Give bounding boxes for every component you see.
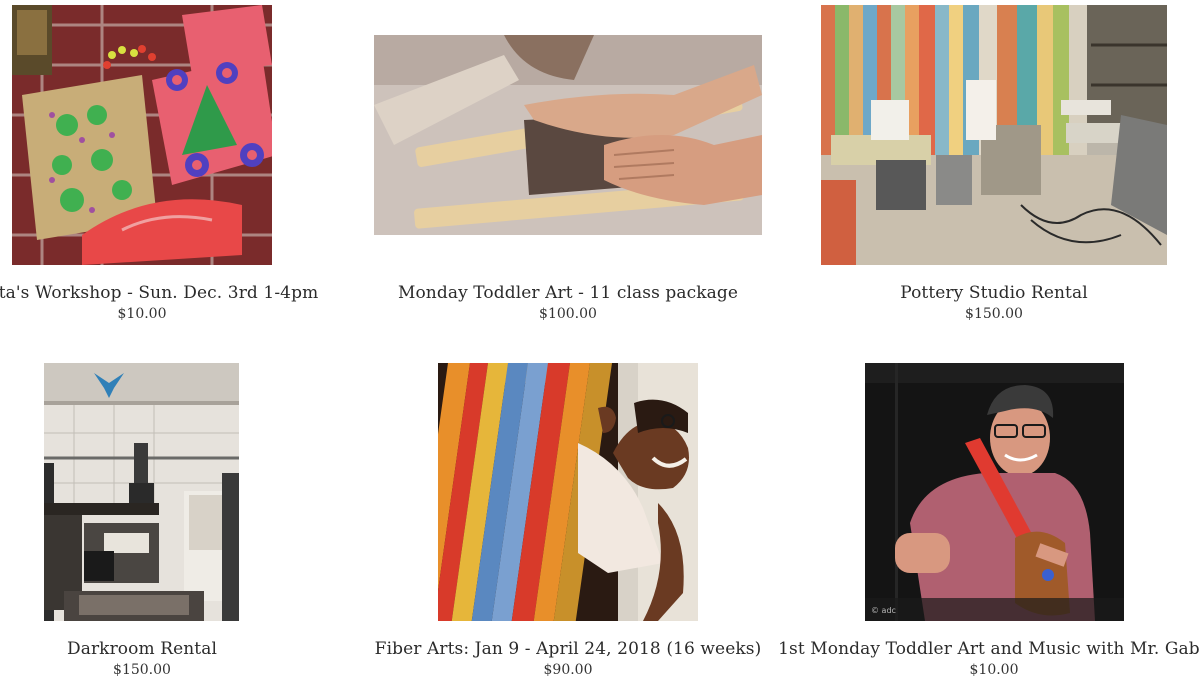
product-price: $150.00 [965, 306, 1023, 322]
product-image-pottery-studio[interactable] [821, 5, 1167, 265]
photo-credit: © adc [871, 606, 896, 615]
product-image-fiber-arts[interactable] [438, 363, 698, 621]
product-price: $150.00 [113, 662, 171, 678]
product-price: $10.00 [969, 662, 1019, 678]
product-image-toddler-art-music[interactable]: © adc [865, 363, 1124, 621]
guitar-performer-image: © adc [865, 363, 1124, 621]
product-price: $100.00 [539, 306, 597, 322]
product-title[interactable]: Pottery Studio Rental [900, 283, 1088, 303]
product-grid: Santa's Workshop - Sun. Dec. 3rd 1-4pm $… [0, 0, 1200, 685]
weaving-image [438, 363, 698, 621]
clay-hands-image [374, 35, 762, 235]
darkroom-image [44, 363, 239, 621]
product-title[interactable]: 1st Monday Toddler Art and Music with Mr… [778, 639, 1200, 659]
pottery-studio-image [821, 5, 1167, 265]
holiday-crafts-image [12, 5, 272, 265]
product-image-santas-workshop[interactable] [12, 5, 272, 265]
product-title[interactable]: Fiber Arts: Jan 9 - April 24, 2018 (16 w… [375, 639, 762, 659]
product-price: $90.00 [543, 662, 593, 678]
product-price: $10.00 [117, 306, 167, 322]
product-image-monday-toddler-art[interactable] [374, 35, 762, 235]
product-title[interactable]: Monday Toddler Art - 11 class package [398, 283, 738, 303]
product-title[interactable]: Darkroom Rental [67, 639, 217, 659]
product-image-darkroom[interactable] [44, 363, 239, 621]
product-title[interactable]: Santa's Workshop - Sun. Dec. 3rd 1-4pm [0, 283, 318, 303]
